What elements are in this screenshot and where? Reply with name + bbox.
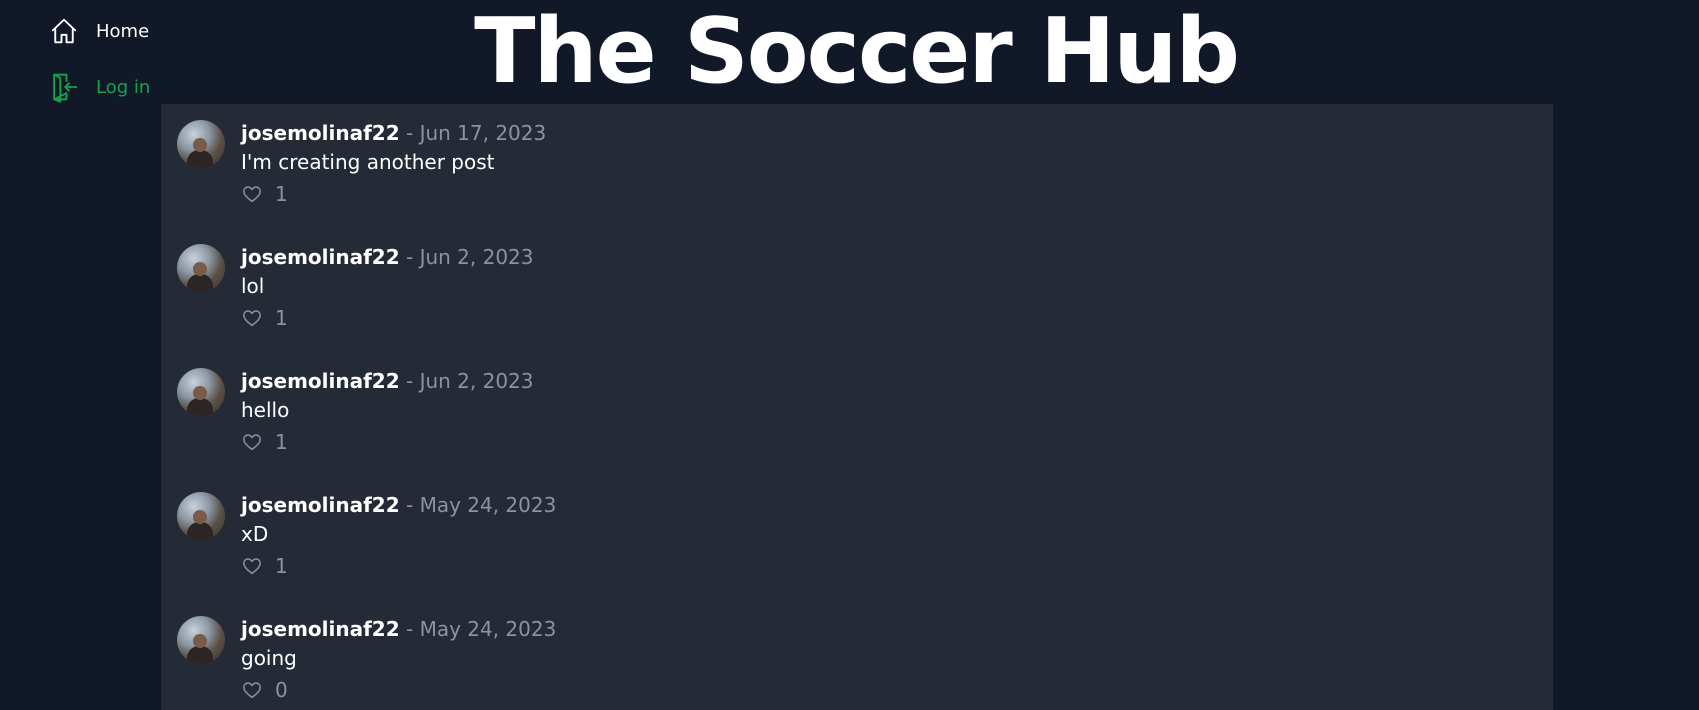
post-likes: 1 [241,182,288,206]
post-content: I'm creating another post [241,150,495,174]
post-meta: josemolinaf22 - Jun 2, 2023 [241,368,534,394]
post-separator: - [405,245,414,269]
heart-icon[interactable] [241,307,263,329]
post-separator: - [405,493,414,517]
avatar[interactable] [177,244,225,292]
heart-icon[interactable] [241,183,263,205]
post-username[interactable]: josemolinaf22 [241,369,400,393]
post-feed: josemolinaf22 - Jun 17, 2023 I'm creatin… [161,104,1553,710]
post-meta: josemolinaf22 - Jun 2, 2023 [241,244,534,270]
post-item: josemolinaf22 - Jun 17, 2023 I'm creatin… [161,104,1553,228]
post-content: lol [241,274,265,298]
heart-icon[interactable] [241,555,263,577]
post-username[interactable]: josemolinaf22 [241,245,400,269]
avatar[interactable] [177,492,225,540]
post-meta: josemolinaf22 - Jun 17, 2023 [241,120,546,146]
post-separator: - [405,617,414,641]
avatar[interactable] [177,368,225,416]
post-date: Jun 2, 2023 [419,245,534,269]
post-likes: 1 [241,430,288,454]
heart-icon[interactable] [241,431,263,453]
post-separator: - [405,121,414,145]
post-date: Jun 2, 2023 [419,369,534,393]
post-username[interactable]: josemolinaf22 [241,121,400,145]
like-count: 0 [275,678,288,702]
post-item: josemolinaf22 - Jun 2, 2023 hello 1 [161,352,1553,476]
post-likes: 0 [241,678,288,702]
post-date: Jun 17, 2023 [419,121,547,145]
like-count: 1 [275,430,288,454]
post-likes: 1 [241,306,288,330]
post-meta: josemolinaf22 - May 24, 2023 [241,616,556,642]
avatar[interactable] [177,616,225,664]
post-item: josemolinaf22 - Jun 2, 2023 lol 1 [161,228,1553,352]
site-title: The Soccer Hub [474,0,1240,104]
post-content: xD [241,522,269,546]
post-content: hello [241,398,290,422]
like-count: 1 [275,306,288,330]
like-count: 1 [275,182,288,206]
post-item: josemolinaf22 - May 24, 2023 xD 1 [161,476,1553,600]
page: Home Log in The Soccer Hub josemolinaf22… [0,0,1699,710]
like-count: 1 [275,554,288,578]
post-separator: - [405,369,414,393]
post-username[interactable]: josemolinaf22 [241,617,400,641]
post-username[interactable]: josemolinaf22 [241,493,400,517]
heart-icon[interactable] [241,679,263,701]
post-content: going [241,646,297,670]
avatar[interactable] [177,120,225,168]
post-item: josemolinaf22 - May 24, 2023 going 0 [161,600,1553,710]
post-meta: josemolinaf22 - May 24, 2023 [241,492,556,518]
post-likes: 1 [241,554,288,578]
post-date: May 24, 2023 [419,493,557,517]
post-date: May 24, 2023 [419,617,557,641]
